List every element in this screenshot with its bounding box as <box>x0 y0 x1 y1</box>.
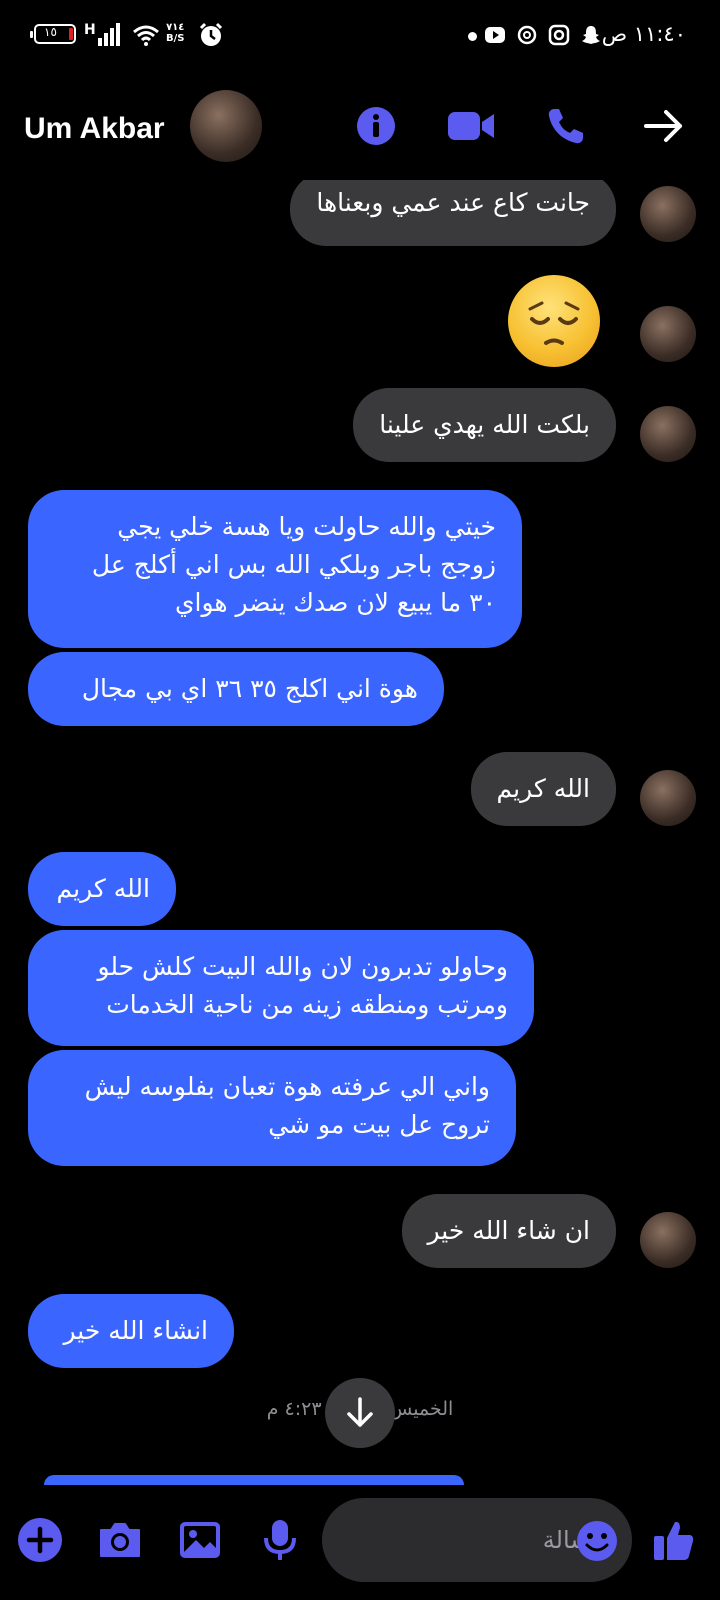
back-arrow-icon <box>644 110 682 142</box>
message-line: واني الي عرفته هوة تعبان بفلوسه ليش <box>84 1072 490 1101</box>
like-icon <box>654 1521 694 1560</box>
youtube-icon <box>485 27 505 43</box>
status-bar: ١٥ H ٧١٤ B/S ١١:٤٠ ص <box>0 0 720 72</box>
message-text: انشاء الله خير <box>63 1316 208 1345</box>
incoming-message[interactable]: جانت كاع عند عمي وبعناها <box>290 180 616 246</box>
clock: ١١:٤٠ ص <box>601 22 686 46</box>
message-text: ان شاء الله خير <box>427 1216 591 1245</box>
incoming-message[interactable]: بلكت الله يهدي علينا <box>353 388 616 462</box>
message-text: الله كريم <box>56 874 150 903</box>
outgoing-message[interactable]: هوة اني اكلج ٣٥ ٣٦ اي بي مجال <box>28 652 444 726</box>
info-button[interactable] <box>352 102 400 150</box>
alarm-icon <box>199 22 223 46</box>
add-button[interactable] <box>14 1514 66 1566</box>
message-line: تروح عل بيت مو شي <box>268 1110 490 1139</box>
phone-icon <box>548 109 583 144</box>
sender-avatar[interactable] <box>640 306 696 362</box>
scroll-to-bottom-button[interactable] <box>325 1378 395 1448</box>
outgoing-message[interactable]: انشاء الله خير <box>28 1294 234 1368</box>
outgoing-message-partial <box>44 1475 464 1485</box>
composer-bar <box>0 1490 720 1600</box>
camera-button[interactable] <box>94 1514 146 1566</box>
info-icon <box>357 107 395 145</box>
sender-avatar[interactable] <box>640 770 696 826</box>
speed-unit: B/S <box>166 33 185 44</box>
add-icon <box>18 1518 62 1562</box>
phone-call-button[interactable] <box>542 102 590 150</box>
wifi-icon <box>133 25 159 46</box>
battery-icon: ١٥ <box>30 24 76 44</box>
message-line: ٣٠ ما يبيع لان صدك ينضر هواي <box>174 588 496 617</box>
network-speed: ٧١٤ B/S <box>166 22 184 44</box>
speed-value: ٧١٤ <box>166 22 185 33</box>
message-line: وحاولو تدبرون لان والله البيت كلش حلو <box>97 952 508 981</box>
network-type: H <box>84 22 96 38</box>
incoming-message[interactable]: الله كريم <box>470 752 616 826</box>
snapchat-icon <box>582 26 600 44</box>
incoming-message[interactable]: ان شاء الله خير <box>401 1194 616 1268</box>
message-line: زوجج باجر وبلكي الله بس اني أكلج عل <box>91 550 496 579</box>
video-call-button[interactable] <box>448 102 496 150</box>
message-line: خيتي والله حاولت ويا هسة خلي يجي <box>117 512 496 541</box>
gallery-button[interactable] <box>174 1514 226 1566</box>
sender-avatar[interactable] <box>640 406 696 462</box>
camera-icon <box>100 1523 140 1557</box>
voice-button[interactable] <box>254 1514 306 1566</box>
back-button[interactable] <box>640 102 688 150</box>
contact-avatar[interactable] <box>190 90 262 162</box>
outgoing-message[interactable]: الله كريم <box>28 852 176 926</box>
threads-icon <box>517 25 537 45</box>
instagram-icon <box>548 24 570 46</box>
message-list[interactable]: جانت كاع عند عمي وبعناها بلكت الله يهدي … <box>0 180 720 1460</box>
signal-icon <box>98 22 120 46</box>
notification-dot <box>468 32 477 41</box>
message-text: بلكت الله يهدي علينا <box>379 410 590 439</box>
contact-name[interactable]: Um Akbar <box>24 112 165 146</box>
emoji-icon <box>577 1521 617 1561</box>
gallery-icon <box>180 1522 220 1558</box>
sender-avatar[interactable] <box>640 186 696 242</box>
sender-avatar[interactable] <box>640 1212 696 1268</box>
message-text: الله كريم <box>496 774 590 803</box>
chat-header: Um Akbar <box>0 72 720 182</box>
outgoing-message[interactable]: واني الي عرفته هوة تعبان بفلوسه ليش تروح… <box>28 1050 516 1166</box>
like-button[interactable] <box>648 1514 700 1566</box>
emoji-button[interactable] <box>576 1520 618 1566</box>
message-line: ومرتب ومنطقه زينه من ناحية الخدمات <box>106 990 508 1019</box>
message-text: هوة اني اكلج ٣٥ ٣٦ اي بي مجال <box>81 674 418 703</box>
pensive-face-emoji[interactable] <box>508 275 600 367</box>
battery-level: ١٥ <box>44 25 57 39</box>
arrow-down-icon <box>347 1397 373 1427</box>
outgoing-message[interactable]: خيتي والله حاولت ويا هسة خلي يجي زوجج با… <box>28 490 522 648</box>
video-call-icon <box>448 112 494 140</box>
message-text: جانت كاع عند عمي وبعناها <box>316 188 590 217</box>
microphone-icon <box>264 1520 296 1560</box>
outgoing-message[interactable]: وحاولو تدبرون لان والله البيت كلش حلو وم… <box>28 930 534 1046</box>
